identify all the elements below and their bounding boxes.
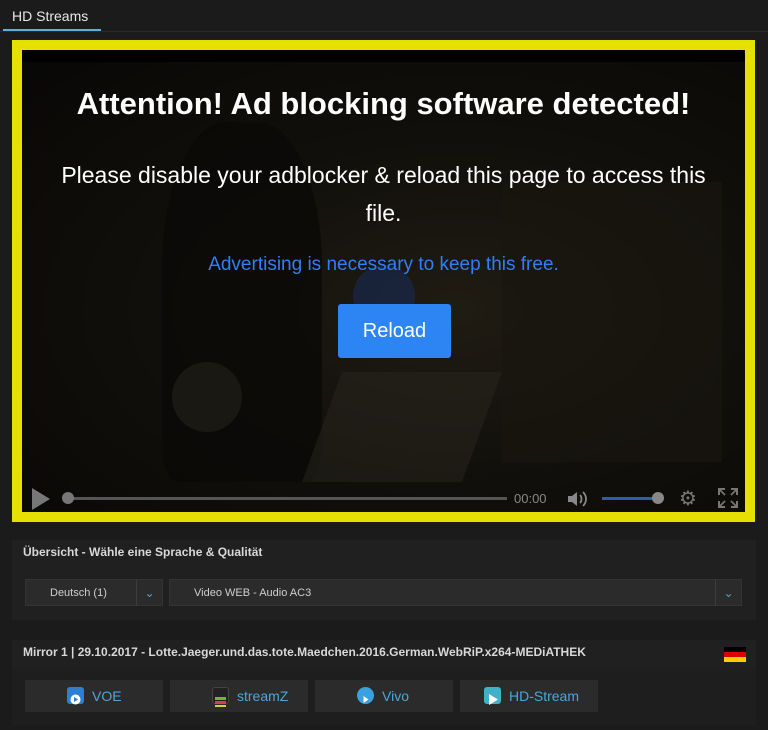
quality-select-value: Video WEB - Audio AC3 — [194, 587, 312, 599]
adblock-headline: Attention! Ad blocking software detected… — [76, 86, 691, 121]
video-player[interactable]: Attention! Ad blocking software detected… — [22, 50, 745, 512]
volume-icon[interactable] — [566, 489, 590, 509]
progress-handle[interactable] — [62, 492, 74, 504]
volume-handle[interactable] — [652, 492, 664, 504]
host-button-hd-stream[interactable]: HD-Stream — [460, 680, 598, 712]
host-button-vivo[interactable]: Vivo — [315, 680, 453, 712]
voe-icon — [67, 687, 84, 705]
language-select[interactable]: Deutsch (1) ⌄ — [25, 579, 163, 606]
german-flag-icon — [724, 647, 746, 662]
tab-bar: HD Streams — [0, 0, 768, 32]
streamz-icon — [212, 687, 229, 707]
active-tab-indicator — [3, 29, 101, 31]
host-label: streamZ — [237, 688, 289, 704]
fullscreen-icon[interactable] — [718, 488, 738, 512]
language-select-value: Deutsch (1) — [50, 587, 107, 599]
adblock-note: Advertising is necessary to keep this fr… — [208, 254, 559, 275]
vivo-icon — [357, 687, 374, 704]
chevron-down-icon[interactable]: ⌄ — [136, 580, 162, 606]
overview-panel: Übersicht - Wähle eine Sprache & Qualitä… — [12, 540, 756, 620]
tab-hd-streams[interactable]: HD Streams — [12, 8, 88, 24]
host-button-voe[interactable]: VOE — [25, 680, 163, 712]
volume-slider[interactable] — [602, 497, 658, 500]
overview-title: Übersicht - Wähle eine Sprache & Qualitä… — [23, 545, 263, 559]
mirror-title: Mirror 1 | 29.10.2017 - Lotte.Jaeger.und… — [23, 645, 586, 659]
host-label: VOE — [92, 688, 122, 704]
reload-button[interactable]: Reload — [338, 304, 451, 358]
adblock-message: Please disable your adblocker & reload t… — [61, 162, 706, 226]
settings-gear-icon[interactable]: ⚙ — [679, 486, 697, 511]
chevron-down-icon[interactable]: ⌄ — [715, 580, 741, 606]
host-button-streamz[interactable]: streamZ — [170, 680, 308, 712]
mirror-header: Mirror 1 | 29.10.2017 - Lotte.Jaeger.und… — [12, 640, 756, 668]
adblock-overlay: Attention! Ad blocking software detected… — [22, 50, 745, 512]
host-label: Vivo — [382, 688, 409, 704]
quality-select[interactable]: Video WEB - Audio AC3 ⌄ — [169, 579, 742, 606]
play-icon[interactable] — [32, 488, 50, 510]
player-controls: 00:00 ⚙ — [22, 486, 745, 512]
video-player-frame: Attention! Ad blocking software detected… — [12, 40, 755, 522]
hdstream-icon — [484, 687, 501, 705]
time-display: 00:00 — [514, 491, 547, 506]
host-label: HD-Stream — [509, 688, 580, 704]
progress-bar[interactable] — [64, 497, 507, 500]
